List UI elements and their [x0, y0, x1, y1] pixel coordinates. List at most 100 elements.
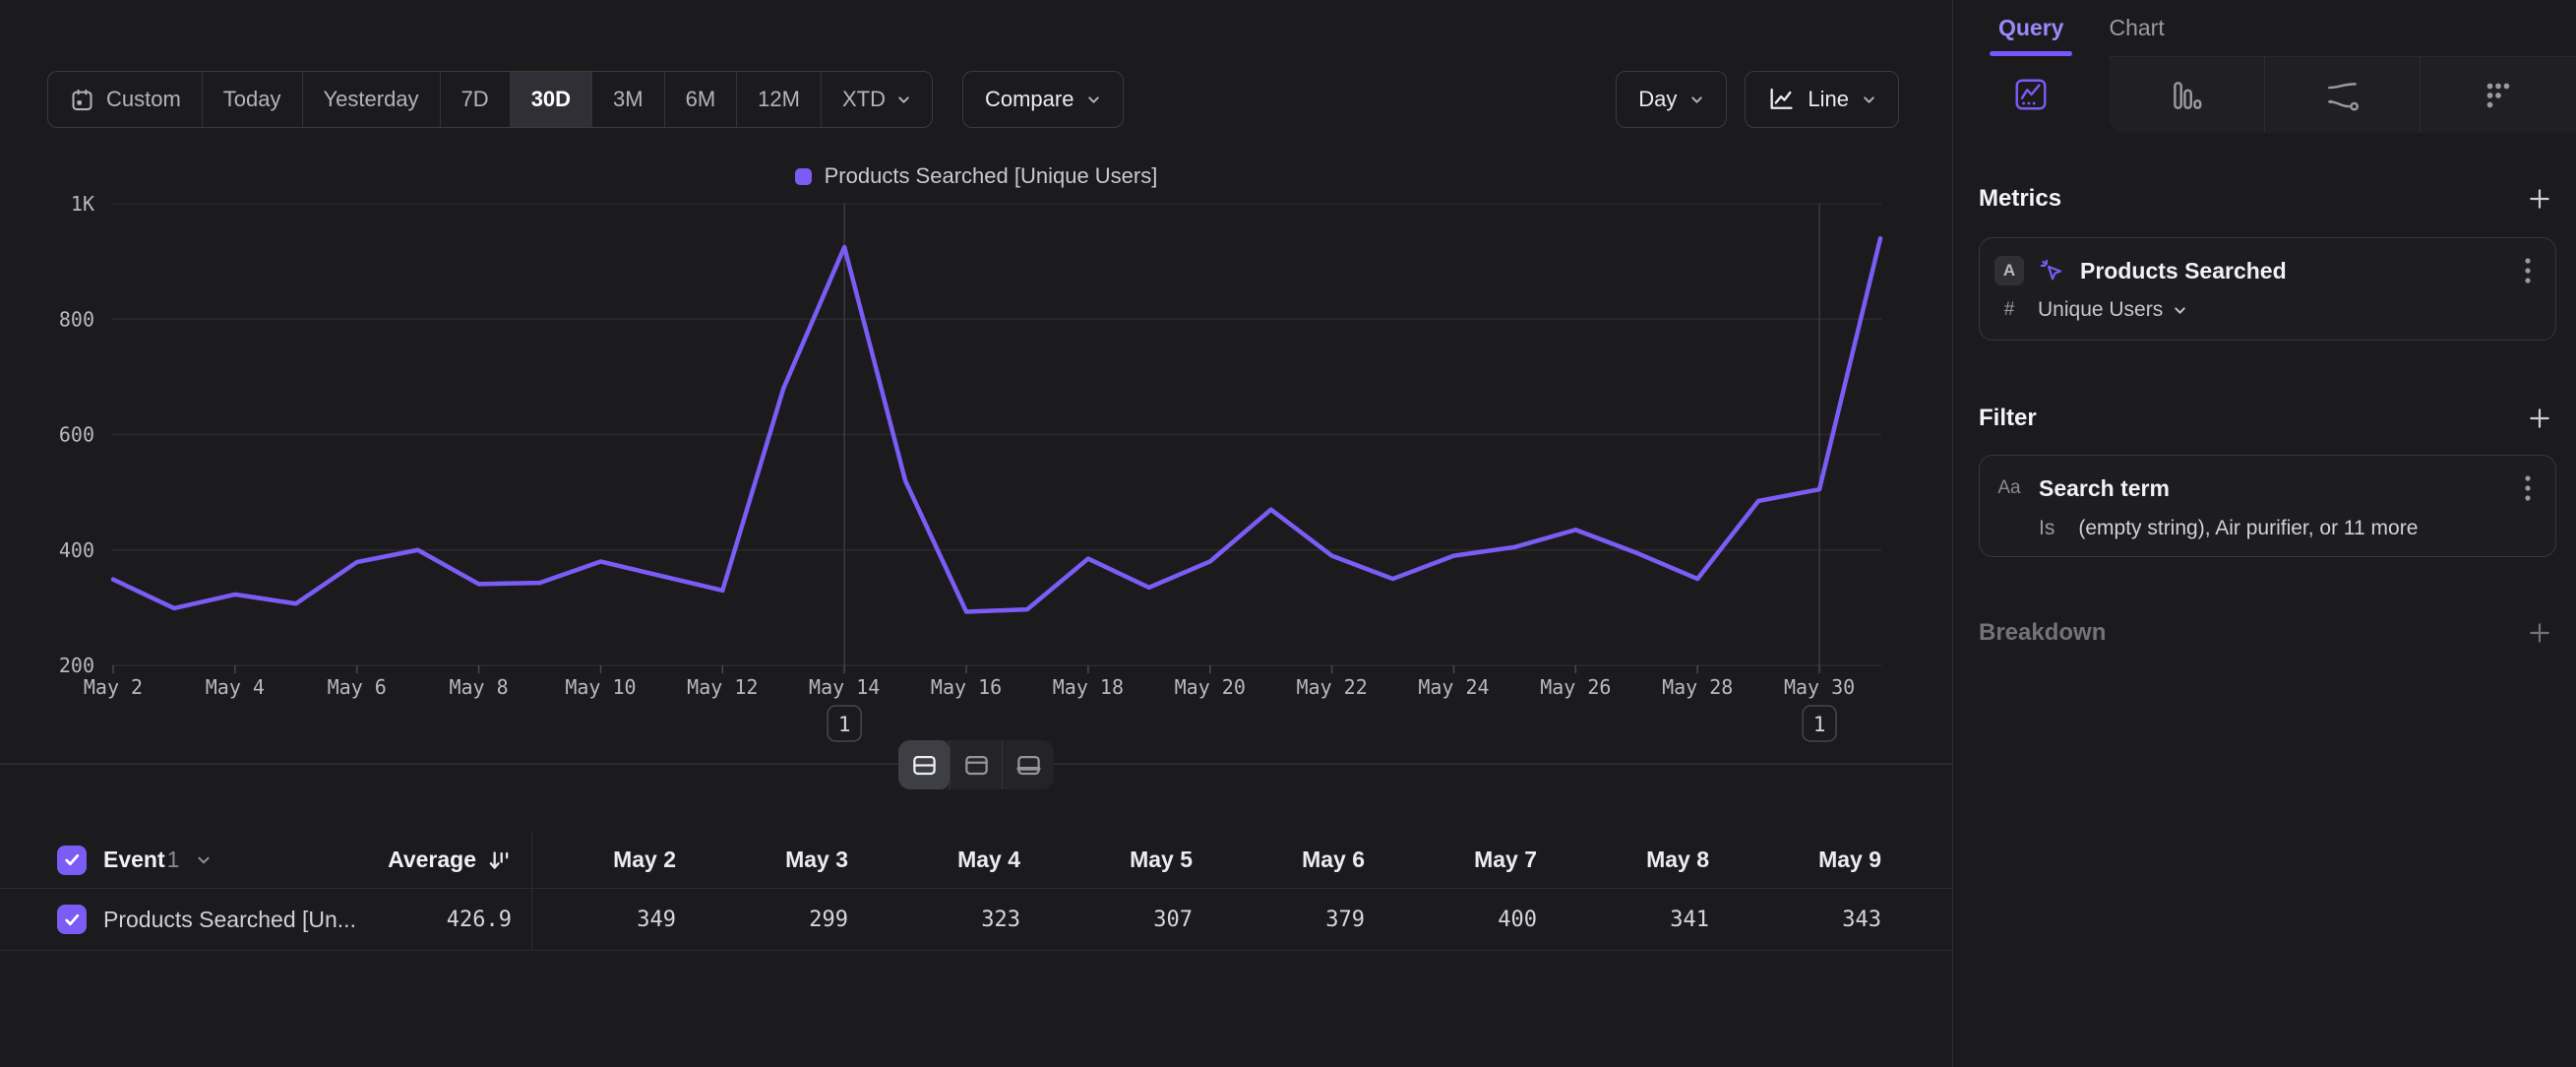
chart-panel-view-icon	[963, 752, 990, 779]
filter-menu-button[interactable]	[2518, 471, 2538, 505]
tab-funnels[interactable]	[2109, 57, 2264, 133]
x-axis-label: May 20	[1175, 675, 1246, 699]
tab-chart[interactable]: Chart	[2109, 15, 2164, 56]
date-range-label: 6M	[686, 87, 716, 112]
date-column-header[interactable]: May 9	[1737, 847, 1909, 873]
date-range-label: 3M	[613, 87, 644, 112]
table-panel-view-button[interactable]	[1002, 740, 1054, 789]
y-gridlines: 1K800600400200	[59, 192, 1881, 677]
cell-value: 400	[1392, 908, 1564, 932]
metric-card[interactable]: A Products Searched # Unique Users	[1979, 237, 2556, 341]
tab-query[interactable]: Query	[1998, 15, 2063, 56]
legend-label: Products Searched [Unique Users]	[825, 163, 1158, 189]
table-column-divider	[531, 832, 532, 950]
add-filter-button[interactable]	[2523, 402, 2556, 435]
date-range-label: 7D	[461, 87, 489, 112]
legend-swatch	[795, 168, 812, 185]
chart-legend[interactable]: Products Searched [Unique Users]	[0, 163, 1952, 189]
chevron-down-icon[interactable]	[196, 852, 212, 868]
cell-value: 379	[1220, 908, 1392, 932]
date-range-custom-button[interactable]: Custom	[48, 72, 202, 127]
x-axis-label: May 30	[1784, 675, 1855, 699]
tab-retention[interactable]	[2420, 57, 2576, 133]
metrics-title: Metrics	[1979, 185, 2061, 213]
average-column-header[interactable]: Average	[388, 847, 512, 873]
filter-card[interactable]: Aa Search term Is (empty string), Air pu…	[1979, 455, 2556, 557]
date-range-7d-button[interactable]: 7D	[440, 72, 510, 127]
y-axis-label: 200	[59, 654, 94, 677]
x-axis-label: May 26	[1540, 675, 1611, 699]
chevron-down-icon	[2173, 303, 2187, 318]
inactive-tab-group	[2109, 56, 2576, 133]
retention-icon	[2480, 77, 2517, 114]
x-axis-label: May 24	[1418, 675, 1489, 699]
compare-button[interactable]: Compare	[962, 71, 1124, 128]
date-range-30d-button[interactable]: 30D	[510, 72, 591, 127]
series-line[interactable]	[113, 238, 1880, 611]
breakdown-table: Event1 Average May 2May 3May 4May 5May 6…	[0, 832, 1952, 951]
table-row: Products Searched [Un... 426.9 349299323…	[0, 888, 1952, 951]
report-canvas: Custom TodayYesterday 7D 30D 3M 6M 12M XTD Comp…	[0, 0, 1952, 1067]
x-axis: May 2May 4May 6May 8May 10May 12May 14Ma…	[84, 665, 1855, 699]
table-panel-view-icon	[1015, 752, 1042, 779]
compare-label: Compare	[985, 87, 1073, 112]
average-label: Average	[388, 847, 476, 873]
annotation-badge[interactable]: 1	[1803, 706, 1836, 741]
date-column-header[interactable]: May 2	[531, 847, 704, 873]
line-chart-icon	[1767, 86, 1795, 113]
row-checkbox[interactable]	[57, 905, 87, 934]
date-column-header[interactable]: May 4	[876, 847, 1048, 873]
date-range-yesterday-button[interactable]: Yesterday	[302, 72, 440, 127]
metric-name[interactable]: Products Searched	[2080, 258, 2287, 284]
add-breakdown-button[interactable]	[2523, 616, 2556, 650]
date-column-header[interactable]: May 8	[1564, 847, 1737, 873]
chevron-down-icon	[896, 93, 911, 107]
filter-operator[interactable]: Is	[2039, 517, 2055, 540]
add-metric-button[interactable]	[2523, 182, 2556, 216]
cell-value: 343	[1737, 908, 1909, 932]
date-range-group: Custom TodayYesterday 7D 30D 3M 6M 12M XTD	[47, 71, 933, 128]
chart-type-button[interactable]: Line	[1745, 71, 1899, 128]
cell-value: 341	[1564, 908, 1737, 932]
date-range-xtd-button[interactable]: XTD	[821, 72, 932, 127]
split-view-button[interactable]	[898, 740, 950, 789]
date-column-header[interactable]: May 3	[704, 847, 876, 873]
line-chart[interactable]: 1K800600400200May 2May 4May 6May 8May 10…	[0, 192, 1952, 743]
x-axis-label: May 2	[84, 675, 143, 699]
y-axis-label: 1K	[71, 192, 94, 216]
date-column-header[interactable]: May 7	[1392, 847, 1564, 873]
date-range-label: Custom	[106, 87, 181, 112]
filter-property-name[interactable]: Search term	[2039, 475, 2170, 502]
chart-panel-view-button[interactable]	[950, 740, 1002, 789]
date-range-today-button[interactable]: Today	[202, 72, 302, 127]
series-name[interactable]: Products Searched [Un...	[103, 907, 356, 933]
date-range-12m-button[interactable]: 12M	[736, 72, 821, 127]
annotation-badge[interactable]: 1	[828, 706, 861, 741]
date-range-3m-button[interactable]: 3M	[591, 72, 664, 127]
toolbar-right-group: Day Line	[1616, 71, 1899, 128]
flows-icon	[2324, 77, 2361, 114]
x-axis-label: May 10	[565, 675, 636, 699]
y-axis-label: 800	[59, 307, 94, 331]
sort-descending-icon	[486, 847, 512, 873]
granularity-button[interactable]: Day	[1616, 71, 1727, 128]
tab-flows[interactable]	[2264, 57, 2421, 133]
chevron-down-icon	[1862, 93, 1876, 107]
measure-dropdown[interactable]: Unique Users	[2038, 298, 2187, 322]
plus-icon	[2527, 620, 2552, 646]
annotation-count: 1	[1813, 713, 1826, 736]
select-all-checkbox[interactable]	[57, 846, 87, 875]
date-column-header[interactable]: May 6	[1220, 847, 1392, 873]
tab-insights[interactable]	[1953, 56, 2109, 133]
date-range-6m-button[interactable]: 6M	[664, 72, 737, 127]
panel-tab-bar: Query Chart	[1953, 0, 2576, 56]
metric-menu-button[interactable]	[2518, 254, 2538, 287]
date-column-header[interactable]: May 5	[1048, 847, 1220, 873]
kebab-icon	[2524, 473, 2532, 503]
measure-label: Unique Users	[2038, 298, 2163, 322]
check-icon	[63, 910, 82, 929]
event-column-header[interactable]: Event1	[103, 847, 179, 873]
date-range-label: XTD	[842, 87, 886, 112]
filter-value[interactable]: (empty string), Air purifier, or 11 more	[2078, 517, 2418, 540]
chevron-down-icon	[1689, 93, 1704, 107]
